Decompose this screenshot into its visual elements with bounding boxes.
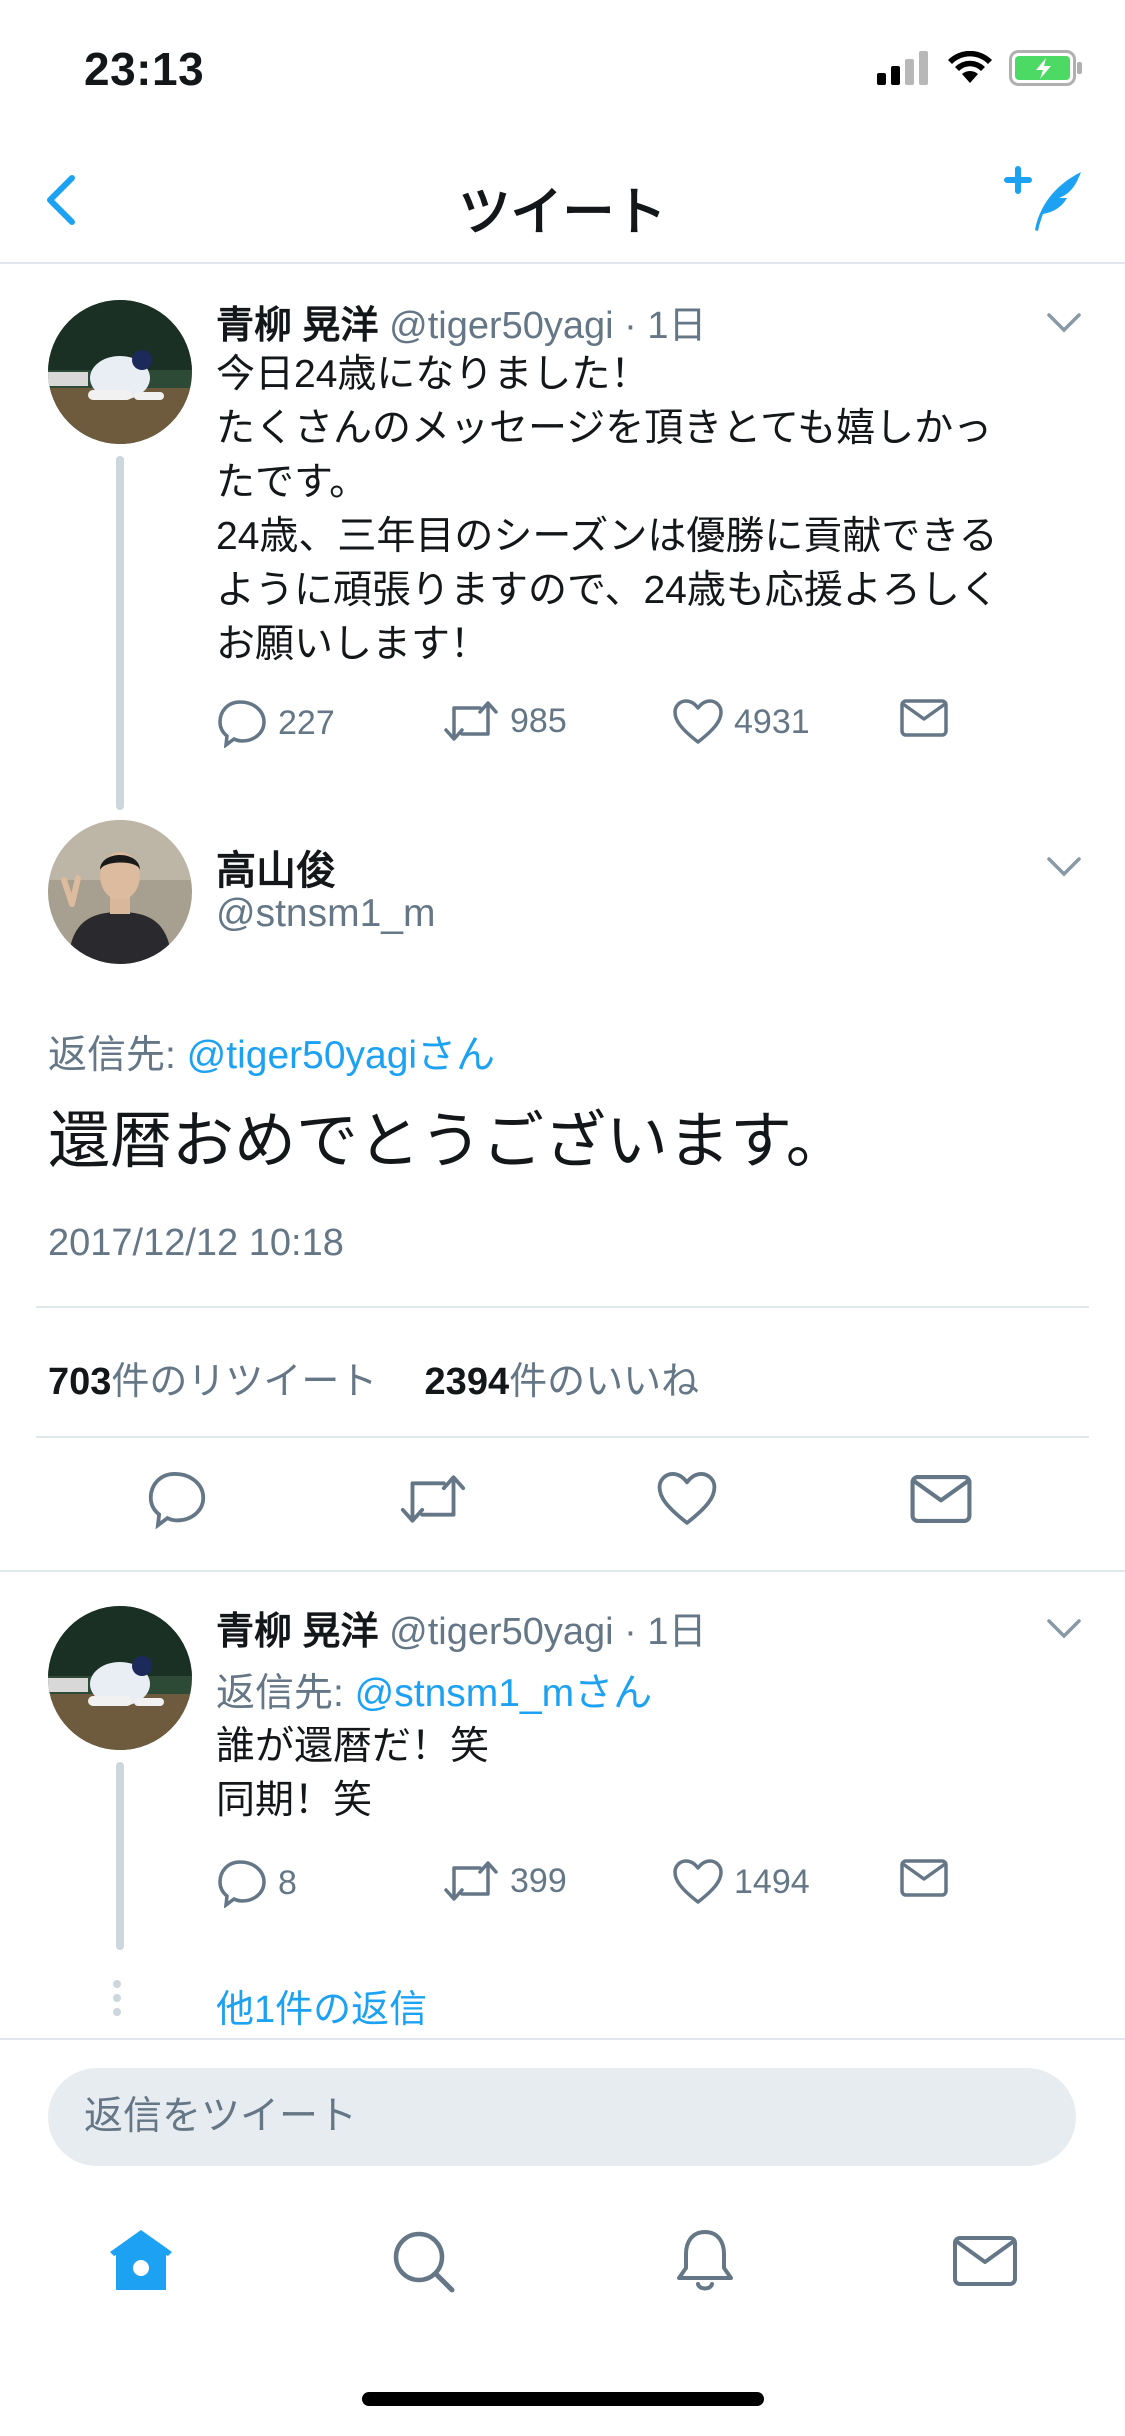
avatar-pitcher-photo: [48, 1606, 192, 1750]
divider: [0, 1570, 1125, 1572]
reply-to-mention[interactable]: @tiger50yagiさん: [187, 1034, 495, 1077]
thread-line: [116, 1762, 124, 1950]
like-stat[interactable]: 2394件のいいね: [425, 1361, 700, 1403]
direct-message-button[interactable]: [900, 698, 948, 738]
tweet-header: 青柳 晃洋 @tiger50yagi · 1日: [216, 1600, 707, 1655]
retweet-stat-label: 件のリツイート: [111, 1361, 378, 1403]
avatar-player-photo: [48, 820, 192, 964]
like-count: 4931: [734, 702, 810, 741]
like-icon: [673, 699, 723, 744]
direct-message-icon[interactable]: [910, 1468, 972, 1530]
like-count: 1494: [734, 1862, 810, 1901]
avatar[interactable]: [48, 1606, 192, 1750]
reply-to-mention[interactable]: @stnsm1_mさん: [355, 1672, 652, 1715]
divider: [36, 1306, 1089, 1308]
focused-tweet-actions: [0, 1468, 1125, 1538]
chevron-down-icon[interactable]: [1046, 1618, 1082, 1640]
wifi-icon: [948, 51, 992, 83]
retweet-button[interactable]: 985: [442, 698, 567, 744]
chevron-down-icon[interactable]: [1046, 856, 1082, 878]
status-bar: 23:13: [0, 0, 1125, 132]
messages-icon[interactable]: [950, 2226, 1020, 2296]
display-name[interactable]: 高山俊: [216, 838, 336, 896]
signal-icon: [877, 51, 928, 85]
like-button[interactable]: 1494: [672, 1858, 810, 1906]
direct-message-button[interactable]: [900, 1858, 948, 1898]
search-icon[interactable]: [388, 2226, 458, 2296]
retweet-count: 399: [510, 1861, 567, 1900]
home-indicator: [362, 2392, 764, 2406]
more-dots-icon: [113, 1980, 121, 2016]
retweet-icon: [444, 1861, 498, 1901]
like-icon[interactable]: [656, 1468, 718, 1530]
tweet-text: 今日24歳になりました！ たくさんのメッセージを頂きとても嬉しかっ たです。 2…: [216, 353, 999, 666]
retweet-stat-count: 703: [48, 1361, 112, 1403]
direct-message-icon: [900, 1859, 948, 1897]
retweet-stat[interactable]: 703件のリツイート: [48, 1361, 377, 1403]
reply-icon[interactable]: [146, 1468, 208, 1530]
reply-count: 8: [278, 1863, 297, 1902]
reply-count: 227: [278, 703, 335, 742]
reply-to: 返信先: @tiger50yagiさん: [48, 1024, 495, 1080]
like-button[interactable]: 4931: [672, 698, 810, 746]
reply-bar: [0, 2038, 1125, 2166]
notifications-icon[interactable]: [670, 2226, 740, 2296]
like-stat-count: 2394: [424, 1361, 510, 1403]
status-icons: [877, 50, 1083, 86]
like-stat-label: 件のいいね: [509, 1361, 700, 1403]
user-handle[interactable]: @stnsm1_m: [216, 892, 435, 936]
retweet-count: 985: [510, 701, 567, 740]
display-name[interactable]: 青柳 晃洋: [216, 305, 379, 347]
battery-icon: [1009, 50, 1082, 86]
thread-line: [116, 456, 124, 810]
avatar[interactable]: [48, 300, 192, 444]
reply-icon: [218, 700, 266, 748]
display-name[interactable]: 青柳 晃洋: [216, 1611, 379, 1653]
reply-to: 返信先: @stnsm1_mさん: [216, 1662, 652, 1718]
compose-feather-icon[interactable]: [1003, 160, 1085, 236]
reply-icon: [218, 1860, 266, 1908]
tab-bar: [0, 2190, 1125, 2330]
tweet-text: 誰が還暦だ！笑 同期！笑: [216, 1725, 490, 1822]
tweet-actions: 8 399 1494: [216, 1858, 976, 1914]
navigation-bar: ツイート: [0, 132, 1125, 264]
home-icon[interactable]: [106, 2226, 176, 2296]
status-time: 23:13: [84, 43, 205, 95]
retweet-icon[interactable]: [398, 1468, 468, 1530]
page-title: ツイート: [458, 184, 667, 242]
handle-time: @tiger50yagi · 1日: [389, 1611, 707, 1653]
reply-to-label: 返信先:: [48, 1034, 187, 1077]
tweet-text: 還暦おめでとうございます。: [48, 1107, 848, 1176]
reply-button[interactable]: 8: [216, 1858, 297, 1908]
reply-to-label: 返信先:: [216, 1672, 355, 1715]
handle-time: @tiger50yagi · 1日: [389, 305, 707, 347]
more-replies-link[interactable]: 他1件の返信: [216, 1978, 427, 2033]
retweet-button[interactable]: 399: [442, 1858, 567, 1904]
chevron-down-icon[interactable]: [1046, 312, 1082, 334]
tweet-stats: 703件のリツイート 2394件のいいね: [48, 1350, 699, 1405]
reply-input[interactable]: [48, 2068, 1076, 2166]
tweet-actions: 227 985 4931: [216, 698, 976, 754]
reply-button[interactable]: 227: [216, 698, 335, 748]
avatar[interactable]: [48, 820, 192, 964]
tweet-header: 青柳 晃洋 @tiger50yagi · 1日: [216, 294, 707, 349]
direct-message-icon: [900, 699, 948, 737]
avatar-pitcher-photo: [48, 300, 192, 444]
like-icon: [673, 1859, 723, 1904]
divider: [36, 1436, 1089, 1438]
retweet-icon: [444, 701, 498, 741]
timestamp: 2017/12/12 10:18: [48, 1222, 344, 1264]
